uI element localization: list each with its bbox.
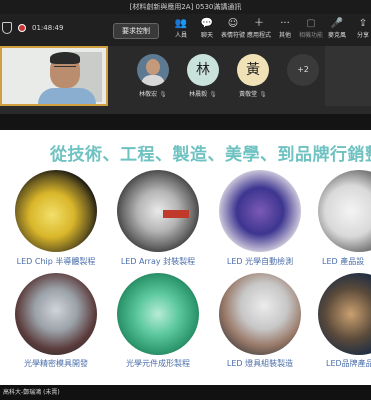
precision-mold-image <box>15 273 97 355</box>
self-view-tile[interactable] <box>325 46 371 106</box>
speaker-glasses <box>54 66 76 71</box>
chat-icon: 💬 <box>200 18 214 29</box>
people-label: 人員 <box>174 32 187 39</box>
toolbar-left: 01:48:49 <box>2 22 63 34</box>
participant-name: 林晨毅 <box>189 91 208 98</box>
request-control-button[interactable]: 要求控制 <box>113 23 159 39</box>
participant-name-row: 林敬宏 🎙 <box>128 89 178 98</box>
participant-name: 黃敬堂 <box>239 91 258 98</box>
mic-button[interactable]: 🎤 麥克風 <box>324 17 350 39</box>
more-icon: ··· <box>280 18 290 29</box>
mic-label: 麥克風 <box>327 32 346 39</box>
lamp-assembly-image <box>219 273 301 355</box>
window-title: [材料創新與應用2A] 0530滿講通訊 <box>0 0 371 14</box>
more-button[interactable]: ··· 其他 <box>272 17 298 39</box>
camera-off-icon: ▢ <box>306 18 316 29</box>
meeting-toolbar: 01:48:49 要求控制 👥 人員 💬 聊天 ☺ 表情符號 ＋ 應用程式 ··… <box>0 14 371 46</box>
speaker-hair <box>50 52 80 64</box>
participant-list: 林敬宏 🎙 林 林晨毅 🎙 黃 黃敬堂 🎙 +2 <box>128 46 328 98</box>
brand-product-image <box>318 273 371 355</box>
people-icon: 👥 <box>174 18 188 29</box>
more-participants-count: +2 <box>287 54 319 86</box>
led-array-image <box>117 170 199 252</box>
people-button[interactable]: 👥 人員 <box>168 17 194 39</box>
machine-label <box>163 210 189 218</box>
slide-caption: LED 燈具組裝製造 <box>226 359 294 368</box>
share-icon: ⇪ <box>358 18 368 29</box>
slide-title: 從技術、工程、製造、美學、到品牌行銷整合 <box>50 145 371 165</box>
participant-name-row: 黃敬堂 🎙 <box>228 89 278 98</box>
slide-caption: 光學精密模具開發 <box>24 359 88 368</box>
participant-tile[interactable]: 黃 黃敬堂 🎙 <box>228 46 278 98</box>
slide-caption: LED 光學自動檢測 <box>226 257 294 266</box>
toolbar-actions: 👥 人員 💬 聊天 ☺ 表情符號 ＋ 應用程式 ··· 其他 ▢ 相機功能 🎤 … <box>168 17 371 39</box>
led-chip-image <box>15 170 97 252</box>
participant-tile[interactable]: 林敬宏 🎙 <box>128 46 178 98</box>
video-strip: 林敬宏 🎙 林 林晨毅 🎙 黃 黃敬堂 🎙 +2 <box>0 46 371 114</box>
shield-icon <box>2 22 12 34</box>
slide-caption: LED 產品設 <box>322 257 365 266</box>
reaction-button[interactable]: ☺ 表情符號 <box>220 17 246 39</box>
participant-name: 林敬宏 <box>139 91 158 98</box>
slide-caption: LED Array 封裝製程 <box>120 257 196 266</box>
share-label: 分享 <box>356 32 369 39</box>
mic-muted-icon: 🎙 <box>209 91 217 98</box>
more-label: 其他 <box>278 32 291 39</box>
mic-muted-icon: 🎙 <box>259 91 267 98</box>
avatar <box>137 54 169 86</box>
chat-button[interactable]: 💬 聊天 <box>194 17 220 39</box>
recording-icon <box>18 24 26 32</box>
led-product-image <box>318 170 371 252</box>
optical-element-image <box>117 273 199 355</box>
camera-label: 相機功能 <box>298 32 323 39</box>
apps-icon: ＋ <box>254 18 264 29</box>
mic-muted-icon: 🎙 <box>159 91 167 98</box>
stage-gap <box>0 114 371 130</box>
participant-name-row: 林晨毅 🎙 <box>178 89 228 98</box>
participant-tile[interactable]: 林 林晨毅 🎙 <box>178 46 228 98</box>
chat-label: 聊天 <box>200 32 213 39</box>
presenter-label: 高科大-鄭瑞鴻 (未賣) <box>0 385 371 400</box>
optical-inspection-image <box>219 170 301 252</box>
more-participants-tile[interactable]: +2 <box>278 46 328 98</box>
reaction-icon: ☺ <box>227 18 239 29</box>
speaker-body <box>38 88 96 104</box>
shared-slide: 從技術、工程、製造、美學、到品牌行銷整合 LED Chip 半導體製程 LED … <box>0 130 371 385</box>
apps-label: 應用程式 <box>246 32 271 39</box>
slide-caption: LED Chip 半導體製程 <box>16 257 96 266</box>
slide-caption: 光學元件成形製程 <box>126 359 190 368</box>
avatar: 黃 <box>237 54 269 86</box>
apps-button[interactable]: ＋ 應用程式 <box>246 17 272 39</box>
meeting-timer: 01:48:49 <box>32 24 64 32</box>
avatar: 林 <box>187 54 219 86</box>
speaker-video[interactable] <box>0 46 108 106</box>
slide-caption: LED品牌產品 <box>326 359 371 368</box>
mic-icon: 🎤 <box>330 18 344 29</box>
share-button[interactable]: ⇪ 分享 <box>350 17 371 39</box>
camera-button[interactable]: ▢ 相機功能 <box>298 17 324 39</box>
reaction-label: 表情符號 <box>220 32 245 39</box>
